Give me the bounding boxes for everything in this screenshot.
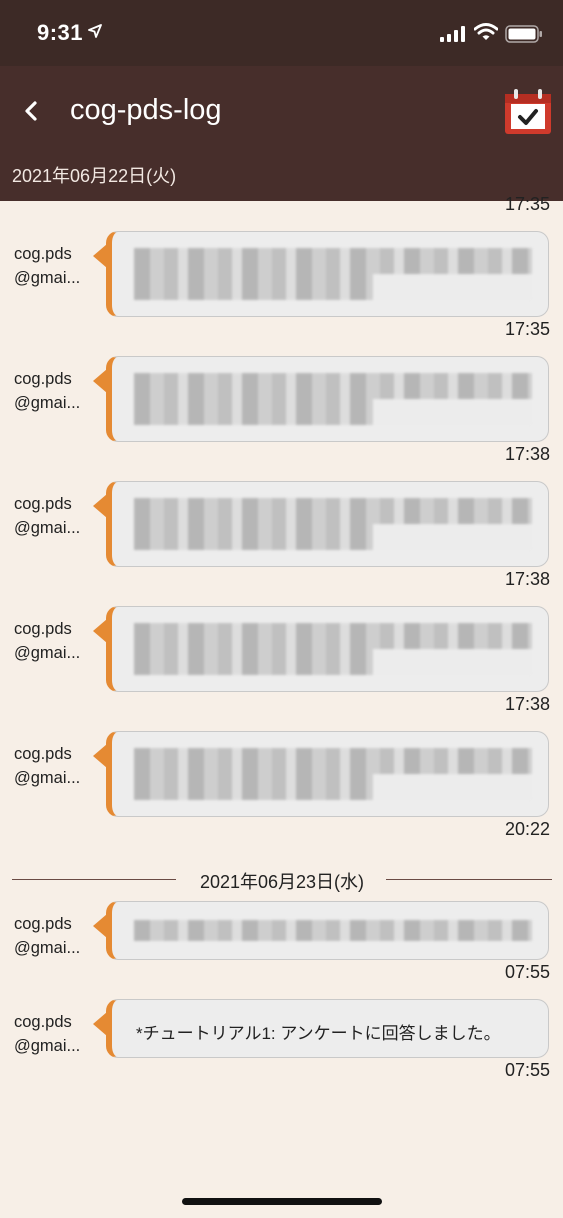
sender-name: cog.pds (14, 620, 72, 638)
bubble-tail (93, 619, 107, 643)
navigation-bar: cog-pds-log 2021年06月22日(火) (0, 66, 563, 201)
sender-name: cog.pds (14, 495, 72, 513)
sender-email: @gmai... (14, 394, 81, 412)
home-indicator[interactable] (182, 1198, 382, 1205)
back-button[interactable] (18, 96, 48, 126)
battery-icon (505, 25, 542, 43)
redacted-message-text (134, 498, 532, 550)
sender-email: @gmai... (14, 269, 81, 287)
message-bubble[interactable] (93, 481, 549, 567)
message-time: 17:35 (504, 319, 550, 339)
redacted-message-text (134, 248, 532, 300)
calendar-button[interactable] (503, 88, 553, 136)
date-divider-label: 2021年06月23日(水) (199, 872, 365, 892)
message-sender: cog.pds @gmai... (14, 617, 80, 665)
bubble-tail (93, 369, 107, 393)
sender-email: @gmai... (14, 939, 81, 957)
message-time: 07:55 (504, 1060, 550, 1080)
sender-name: cog.pds (14, 245, 72, 263)
wifi-icon (474, 23, 498, 40)
sender-name: cog.pds (14, 745, 72, 763)
message-bubble[interactable] (93, 731, 549, 817)
message-bubble[interactable] (93, 356, 549, 442)
message-bubble[interactable] (93, 231, 549, 317)
message-time: 17:38 (504, 569, 550, 589)
page-title: cog-pds-log (70, 94, 222, 126)
divider-line-right (386, 879, 552, 880)
message-bubble[interactable]: *チュートリアル1: アンケートに回答しました。 (93, 999, 549, 1058)
chevron-left-icon (25, 101, 37, 121)
message-sender: cog.pds @gmai... (14, 367, 80, 415)
message-sender: cog.pds @gmai... (14, 1010, 80, 1058)
message-bubble[interactable] (93, 606, 549, 692)
sender-email: @gmai... (14, 1037, 81, 1055)
message-sender: cog.pds @gmai... (14, 742, 80, 790)
message-time: 17:35 (504, 194, 550, 214)
message-bubble[interactable] (93, 901, 549, 960)
message-sender: cog.pds @gmai... (14, 492, 80, 540)
sender-name: cog.pds (14, 370, 72, 388)
redacted-message-text (134, 373, 532, 425)
message-time: 17:38 (504, 694, 550, 714)
date-divider: 2021年06月23日(水) (12, 868, 552, 892)
calendar-check-icon (505, 89, 551, 134)
redacted-message-text (134, 623, 532, 675)
status-time: 9:31 (37, 20, 84, 45)
bubble-tail (93, 494, 107, 518)
sender-name: cog.pds (14, 1013, 72, 1031)
cellular-signal-icon (440, 26, 465, 42)
message-time: 20:22 (504, 819, 550, 839)
location-arrow-icon (88, 24, 102, 38)
bubble-tail (93, 244, 107, 268)
message-time: 07:55 (504, 962, 550, 982)
sender-email: @gmai... (14, 519, 81, 537)
sender-name: cog.pds (14, 915, 72, 933)
sender-email: @gmai... (14, 769, 81, 787)
sender-email: @gmai... (14, 644, 81, 662)
message-sender: cog.pds @gmai... (14, 242, 80, 290)
bubble-tail (93, 744, 107, 768)
redacted-message-text (134, 748, 532, 800)
message-text: *チュートリアル1: アンケートに回答しました。 (136, 1024, 501, 1043)
bubble-tail (93, 1012, 107, 1036)
status-bar: 9:31 (0, 0, 563, 66)
message-sender: cog.pds @gmai... (14, 912, 80, 960)
bubble-tail (93, 914, 107, 938)
redacted-message-text (134, 920, 532, 941)
header-date: 2021年06月22日(火) (12, 166, 177, 186)
message-time: 17:38 (504, 444, 550, 464)
